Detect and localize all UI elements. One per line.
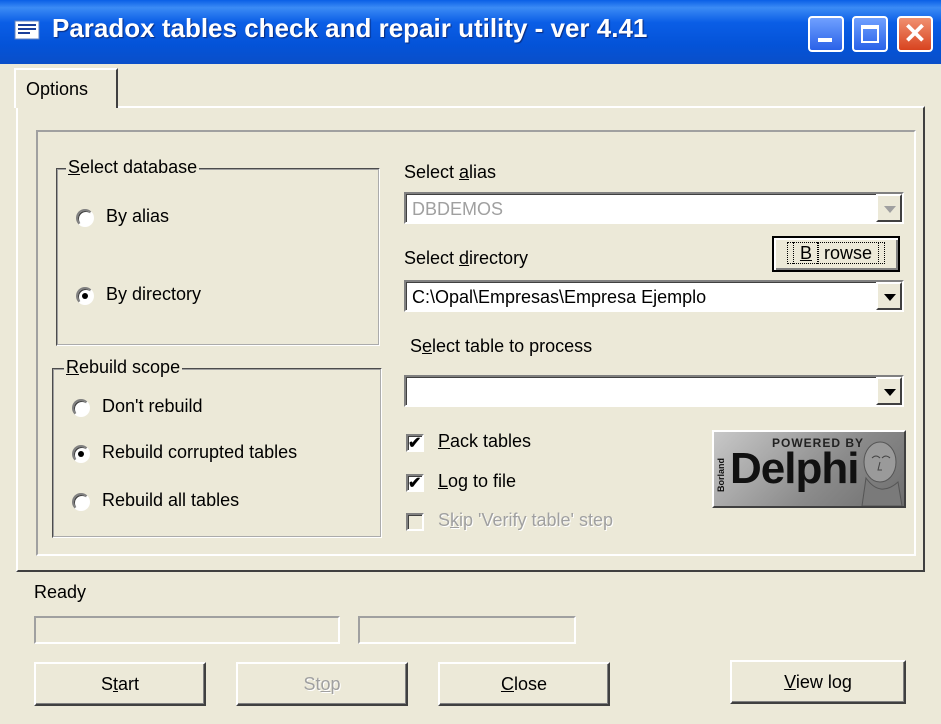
- radio-rebuild-corrupted[interactable]: [72, 445, 90, 463]
- tab-options[interactable]: Options: [14, 68, 118, 108]
- log-to-file-label[interactable]: Log to file: [438, 471, 516, 492]
- select-database-title-mnemonic: S: [68, 157, 81, 177]
- radio-dont-rebuild-label[interactable]: Don't rebuild: [102, 396, 203, 417]
- directory-combobox[interactable]: C:\Opal\Empresas\Empresa Ejemplo: [404, 280, 904, 312]
- select-alias-label-post: lias: [469, 162, 497, 182]
- stop-rest: p: [330, 674, 341, 694]
- skip-verify-checkbox: [406, 513, 424, 531]
- progress-bar-secondary: [358, 616, 576, 644]
- delphi-statue-icon: [861, 441, 903, 506]
- rebuild-scope-title-mnemonic: R: [66, 357, 79, 377]
- browse-rest: rowse: [816, 242, 880, 264]
- log-to-file-rest: og to file: [448, 471, 517, 491]
- radio-rebuild-all-label[interactable]: Rebuild all tables: [102, 490, 239, 511]
- logo-delphi-word: Delphi: [730, 444, 859, 493]
- radio-dont-rebuild[interactable]: [72, 399, 90, 417]
- rebuild-scope-title: Rebuild scope: [64, 357, 183, 378]
- browse-button[interactable]: Browse: [772, 236, 900, 272]
- log-to-file-mnemonic: L: [438, 471, 449, 491]
- stop-pre: St: [303, 674, 321, 694]
- view-log-rest: iew log: [795, 672, 852, 692]
- pack-tables-rest: ack tables: [450, 431, 532, 451]
- select-alias-label-mnemonic: a: [459, 162, 470, 182]
- view-log-mnemonic: V: [784, 672, 796, 692]
- maximize-icon: [861, 25, 879, 43]
- select-directory-label-post: irectory: [469, 248, 529, 268]
- radio-by-alias[interactable]: [76, 209, 94, 227]
- close-window-button[interactable]: ✕: [897, 16, 933, 52]
- start-button[interactable]: Start: [34, 662, 206, 706]
- skip-verify-rest: ip 'Verify table' step: [459, 510, 613, 530]
- pack-tables-checkbox[interactable]: [406, 433, 424, 453]
- window-title: Paradox tables check and repair utility …: [52, 13, 648, 43]
- skip-verify-label: Skip 'Verify table' step: [438, 510, 613, 531]
- alias-combobox: DBDEMOS: [404, 192, 904, 224]
- view-log-button[interactable]: View log: [730, 660, 906, 704]
- radio-by-alias-label[interactable]: By alias: [106, 206, 169, 227]
- select-table-label: Select table to process: [410, 336, 592, 357]
- pack-tables-label[interactable]: Pack tables: [438, 431, 531, 452]
- skip-verify-mnemonic: k: [450, 510, 460, 530]
- title-bar[interactable]: Paradox tables check and repair utility …: [0, 0, 941, 64]
- close-rest: lose: [513, 674, 548, 694]
- main-window: Paradox tables check and repair utility …: [0, 0, 941, 724]
- browse-mnemonic: B: [792, 242, 820, 264]
- stop-button: Stop: [236, 662, 408, 706]
- select-table-label-pre: S: [410, 336, 423, 356]
- select-database-title-rest: elect database: [80, 157, 198, 177]
- pack-tables-mnemonic: P: [438, 431, 451, 451]
- start-pre: S: [100, 674, 113, 694]
- minimize-button[interactable]: [808, 16, 844, 52]
- select-database-title: Select database: [66, 157, 200, 178]
- select-table-label-mnemonic: e: [422, 336, 433, 356]
- alias-value: DBDEMOS: [412, 199, 504, 219]
- select-database-group: [56, 168, 380, 346]
- log-to-file-checkbox[interactable]: [406, 473, 424, 493]
- powered-by-delphi-logo: POWERED BY Borland Delphi: [712, 430, 906, 508]
- close-button[interactable]: Close: [438, 662, 610, 706]
- directory-value: C:\Opal\Empresas\Empresa Ejemplo: [412, 287, 707, 307]
- select-alias-label-pre: Select: [404, 162, 460, 182]
- maximize-button[interactable]: [852, 16, 888, 52]
- radio-rebuild-all[interactable]: [72, 493, 90, 511]
- app-icon: [14, 20, 40, 40]
- select-directory-label-pre: Select: [404, 248, 460, 268]
- select-table-label-post: lect table to process: [432, 336, 593, 356]
- browse-button-label: Browse: [786, 242, 886, 264]
- select-alias-label: Select alias: [404, 162, 496, 183]
- radio-rebuild-corrupted-label[interactable]: Rebuild corrupted tables: [102, 442, 297, 463]
- minimize-icon: [818, 38, 832, 42]
- radio-by-directory-label[interactable]: By directory: [106, 284, 201, 305]
- alias-dropdown-arrow-icon: [876, 194, 902, 222]
- progress-bar-main: [34, 616, 340, 644]
- skip-verify-pre: S: [438, 510, 451, 530]
- close-mnemonic: C: [500, 674, 514, 694]
- select-directory-label-mnemonic: d: [459, 248, 470, 268]
- tab-options-label: Options: [26, 79, 89, 99]
- table-combobox[interactable]: [404, 375, 904, 407]
- directory-dropdown-arrow-icon[interactable]: [876, 282, 902, 310]
- status-text: Ready: [34, 582, 87, 602]
- stop-mnemonic: o: [320, 674, 331, 694]
- close-icon: ✕: [903, 18, 927, 49]
- select-directory-label: Select directory: [404, 248, 528, 269]
- logo-vendor-text: Borland: [716, 457, 726, 492]
- radio-by-directory[interactable]: [76, 287, 94, 305]
- start-rest: art: [118, 674, 140, 694]
- table-dropdown-arrow-icon[interactable]: [876, 377, 902, 405]
- rebuild-scope-title-rest: ebuild scope: [79, 357, 181, 377]
